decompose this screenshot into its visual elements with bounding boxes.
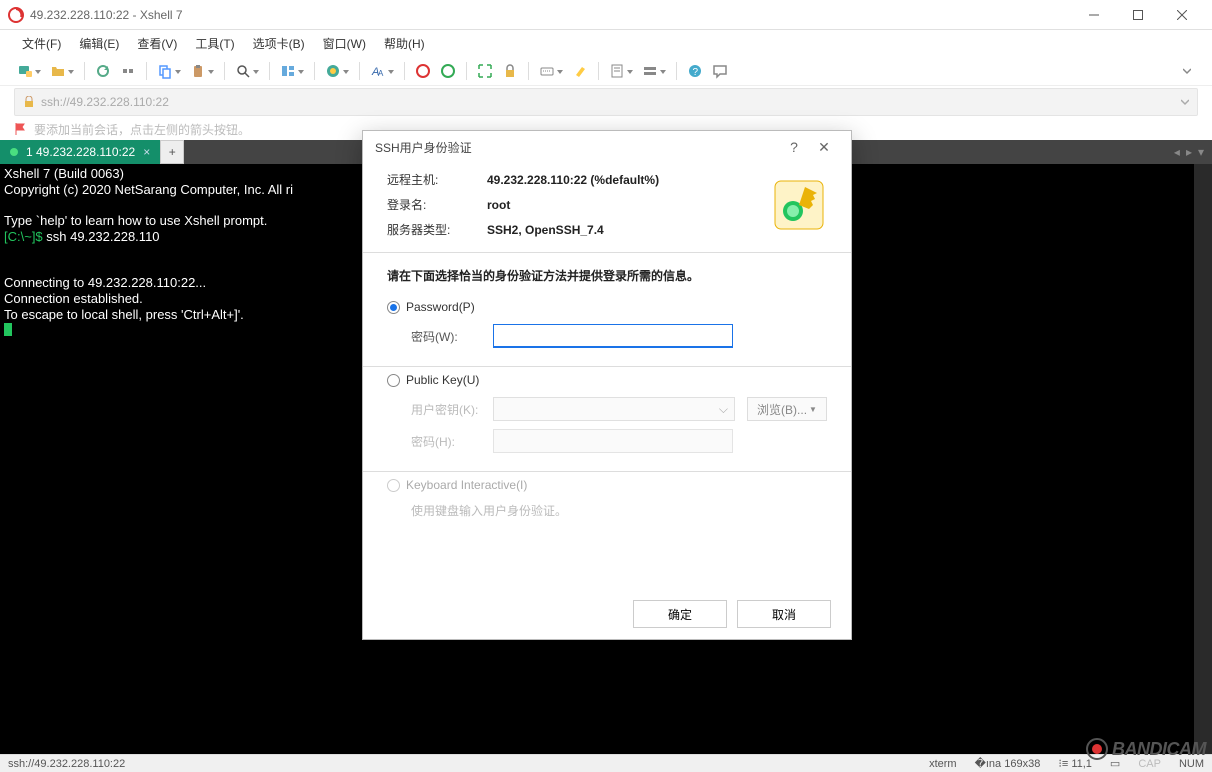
xshell-button[interactable] — [412, 60, 434, 82]
reconnect-button[interactable] — [92, 60, 114, 82]
status-address: ssh://49.232.228.110:22 — [8, 758, 125, 770]
open-button[interactable] — [47, 60, 69, 82]
menu-tools[interactable]: 工具(T) — [187, 32, 242, 55]
userkey-label: 用户密钥(K): — [411, 401, 481, 418]
paste-button[interactable] — [187, 60, 209, 82]
tab-next-icon[interactable]: ▸ — [1186, 145, 1192, 159]
key-icon — [771, 177, 827, 233]
servertype-value: SSH2, OpenSSH_7.4 — [487, 223, 757, 237]
disconnect-button[interactable] — [117, 60, 139, 82]
address-text: ssh://49.232.228.110:22 — [41, 95, 169, 109]
font-button[interactable]: AA — [367, 60, 389, 82]
find-button[interactable] — [232, 60, 254, 82]
ssh-auth-dialog: SSH用户身份验证 ? ✕ 远程主机: 49.232.228.110:22 (%… — [362, 130, 852, 640]
instruction-text: 请在下面选择恰当的身份验证方法并提供登录所需的信息。 — [387, 267, 827, 284]
app-icon — [8, 7, 24, 23]
ok-button[interactable]: 确定 — [633, 600, 727, 628]
radio-disabled-icon — [387, 479, 400, 492]
menu-window[interactable]: 窗口(W) — [315, 32, 374, 55]
script-button[interactable] — [606, 60, 628, 82]
status-size: �ına 169x38 — [975, 757, 1041, 770]
dialog-close-button[interactable]: ✕ — [809, 139, 839, 156]
pkpass-label: 密码(H): — [411, 433, 481, 450]
highlight-button[interactable] — [569, 60, 591, 82]
menubar: 文件(F) 编辑(E) 查看(V) 工具(T) 选项卡(B) 窗口(W) 帮助(… — [0, 30, 1212, 56]
password-label: 密码(W): — [411, 328, 481, 345]
vertical-scrollbar[interactable] — [1194, 164, 1212, 754]
toolbar-overflow-button[interactable] — [1176, 60, 1198, 82]
address-bar[interactable]: ssh://49.232.228.110:22 — [14, 88, 1198, 116]
menu-edit[interactable]: 编辑(E) — [71, 32, 127, 55]
new-session-button[interactable] — [14, 60, 36, 82]
cancel-button[interactable]: 取消 — [737, 600, 831, 628]
publickey-radio[interactable]: Public Key(U) — [387, 373, 827, 387]
host-value: 49.232.228.110:22 (%default%) — [487, 173, 757, 187]
password-input[interactable] — [493, 324, 733, 348]
window-title: 49.232.228.110:22 - Xshell 7 — [30, 8, 183, 22]
servertype-label: 服务器类型: — [387, 221, 487, 238]
tab-label: 1 49.232.228.110:22 — [26, 145, 135, 159]
browse-button: 浏览(B)...▼ — [747, 397, 827, 421]
hint-text: 要添加当前会话，点击左侧的箭头按钮。 — [34, 121, 250, 138]
dialog-title: SSH用户身份验证 — [375, 139, 472, 156]
help-button[interactable]: ? — [684, 60, 706, 82]
dialog-titlebar: SSH用户身份验证 ? ✕ — [363, 131, 851, 163]
menu-file[interactable]: 文件(F) — [14, 32, 69, 55]
tab-prev-icon[interactable]: ◂ — [1174, 145, 1180, 159]
close-button[interactable] — [1160, 1, 1204, 29]
user-value: root — [487, 198, 757, 212]
keyboard-button[interactable] — [536, 60, 558, 82]
minimize-button[interactable] — [1072, 1, 1116, 29]
layout-button[interactable] — [277, 60, 299, 82]
cursor — [4, 323, 12, 336]
keyboard-radio: Keyboard Interactive(I) — [387, 478, 827, 492]
keyboard-hint: 使用键盘输入用户身份验证。 — [411, 502, 827, 519]
svg-text:?: ? — [693, 67, 699, 78]
xftp-button[interactable] — [437, 60, 459, 82]
host-label: 远程主机: — [387, 171, 487, 188]
copy-button[interactable] — [154, 60, 176, 82]
tab-active[interactable]: 1 49.232.228.110:22 × — [0, 140, 160, 164]
fullscreen-button[interactable] — [474, 60, 496, 82]
status-term: xterm — [929, 758, 957, 770]
lock-button[interactable] — [499, 60, 521, 82]
feedback-button[interactable] — [709, 60, 731, 82]
lock-icon — [23, 96, 35, 108]
dialog-help-button[interactable]: ? — [779, 139, 809, 155]
status-dot-icon — [10, 148, 18, 156]
maximize-button[interactable] — [1116, 1, 1160, 29]
password-radio[interactable]: Password(P) — [387, 300, 827, 314]
pkpass-input — [493, 429, 733, 453]
tools-button[interactable] — [639, 60, 661, 82]
tab-close-button[interactable]: × — [143, 145, 150, 159]
titlebar: 49.232.228.110:22 - Xshell 7 — [0, 0, 1212, 30]
user-label: 登录名: — [387, 196, 487, 213]
menu-view[interactable]: 查看(V) — [129, 32, 185, 55]
svg-text:A: A — [378, 69, 384, 78]
toolbar: AA ? — [0, 56, 1212, 86]
menu-tabs[interactable]: 选项卡(B) — [245, 32, 313, 55]
chevron-down-icon[interactable] — [1181, 98, 1189, 106]
color-button[interactable] — [322, 60, 344, 82]
radio-off-icon — [387, 374, 400, 387]
radio-on-icon — [387, 301, 400, 314]
statusbar: ssh://49.232.228.110:22 xterm �ına 169x3… — [0, 754, 1212, 772]
new-tab-button[interactable]: + — [160, 140, 184, 164]
bandicam-watermark: BANDICAM — [1086, 738, 1206, 760]
userkey-combo: ⌵ — [493, 397, 735, 421]
tab-list-icon[interactable]: ▾ — [1198, 145, 1204, 159]
flag-icon — [14, 122, 28, 136]
menu-help[interactable]: 帮助(H) — [376, 32, 433, 55]
bandicam-icon — [1086, 738, 1108, 760]
